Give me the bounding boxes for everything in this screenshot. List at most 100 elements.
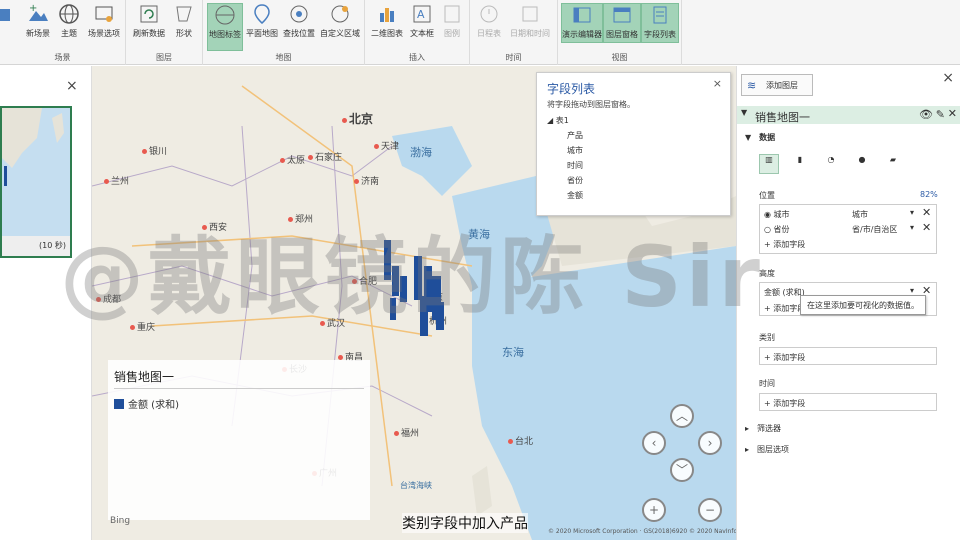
custom-region-button[interactable]: 自定义区域 [317, 3, 363, 39]
dropdown-arrow-icon[interactable]: ▾ [910, 286, 914, 295]
data-column[interactable] [436, 302, 444, 330]
tilt-up-button[interactable]: ︿ [670, 404, 694, 428]
plus-icon: + [764, 399, 774, 408]
data-section-header[interactable]: ▼ 数据 [745, 132, 775, 143]
text-box-button[interactable]: A 文本框 [407, 3, 437, 39]
shapes-button[interactable]: 形状 [170, 3, 198, 39]
time-label: 时间 [759, 379, 775, 388]
data-column[interactable] [414, 256, 422, 300]
map-legend[interactable]: 销售地图一 金额 (求和) [108, 360, 370, 520]
radio-selected-icon[interactable]: ◉ [764, 210, 774, 219]
rotate-left-button[interactable]: ‹ [642, 431, 666, 455]
dropdown-arrow-icon[interactable]: ▾ [910, 223, 914, 232]
location-type-province[interactable]: 省/市/自治区 [852, 224, 897, 235]
timeline-button[interactable]: 日程表 [474, 3, 504, 39]
heat-map-icon[interactable]: ● [852, 155, 872, 175]
height-field[interactable]: 金额 (求和) [764, 287, 805, 298]
field-item-time[interactable]: 时间 [567, 160, 583, 175]
category-add-field[interactable]: + 添加字段 [759, 347, 937, 365]
field-list-description: 将字段拖动到图层窗格。 [547, 100, 635, 109]
location-row-province[interactable]: ○ 省份 [764, 224, 790, 235]
filters-section[interactable]: ▸ 筛选器 [745, 423, 781, 434]
layer-pane-close-icon[interactable]: × [942, 70, 954, 86]
new-scene-button[interactable]: + 新场景 [24, 3, 52, 39]
plus-icon: + [764, 240, 774, 249]
tour-editor-button[interactable]: 演示编辑器 [561, 3, 603, 43]
svg-text:+: + [29, 3, 37, 14]
region-icon[interactable]: ▰ [883, 155, 903, 175]
location-add-field[interactable]: + 添加字段 [764, 239, 805, 250]
zoom-out-button[interactable]: − [698, 498, 722, 522]
flat-map-button[interactable]: 平面地图 [245, 3, 279, 39]
remove-field-icon[interactable]: ✕ [922, 206, 931, 219]
text-box-label: 文本框 [410, 29, 434, 38]
data-column[interactable] [392, 266, 399, 296]
play-icon [0, 3, 14, 25]
layer-options-section[interactable]: ▸ 图层选项 [745, 444, 789, 455]
add-layer-button[interactable]: ≋ 添加图层 [741, 74, 813, 96]
data-column[interactable] [384, 240, 391, 280]
tour-pane-close-icon[interactable]: × [66, 78, 78, 94]
sea-label-huanghai: 黄海 [468, 228, 490, 241]
location-row-city[interactable]: ◉ 城市 [764, 209, 790, 220]
ribbon-group-scene: + 新场景 主题 场景选项 场景 [0, 0, 126, 65]
time-add-field[interactable]: + 添加字段 [759, 393, 937, 411]
location-label: 位置 [759, 191, 775, 200]
table-node[interactable]: ◢ 表1 [547, 115, 583, 130]
legend-entry: 金额 (求和) [114, 396, 179, 411]
legend-icon [441, 3, 463, 25]
remove-field-icon[interactable]: ✕ [922, 221, 931, 234]
bubble-icon[interactable]: ◔ [821, 155, 841, 175]
chart-2d-button[interactable]: 二维图表 [369, 3, 405, 39]
field-list-panel: 字段列表 × 将字段拖动到图层窗格。 ◢ 表1 产品 城市 时间 省份 金额 [536, 72, 731, 216]
ribbon-group-map: 地图标签 平面地图 查找位置 自定义区域 地图 [203, 0, 365, 65]
refresh-data-button[interactable]: 刷新数据 [130, 3, 168, 39]
tilt-down-button[interactable]: ﹀ [670, 458, 694, 482]
map-labels-button[interactable]: 地图标签 [207, 3, 243, 51]
custom-region-label: 自定义区域 [320, 29, 360, 38]
legend-divider [114, 388, 364, 389]
layer-header[interactable]: ▼ 销售地图一 👁 ✎ ✕ [737, 106, 960, 124]
group-label-layer: 图层 [156, 53, 172, 62]
data-column[interactable] [400, 276, 407, 302]
delete-layer-icon[interactable]: ✕ [948, 107, 957, 120]
data-column[interactable] [420, 296, 428, 336]
date-time-button[interactable]: 日期和时间 [506, 3, 554, 39]
field-list-close-icon[interactable]: × [713, 77, 722, 90]
location-type-city[interactable]: 城市 [852, 209, 868, 220]
layer-collapse-icon[interactable]: ▼ [741, 108, 747, 117]
add-layer-icon: ≋ [747, 79, 757, 92]
expand-icon: ▸ [745, 424, 750, 433]
data-column[interactable] [390, 298, 396, 320]
find-location-button[interactable]: 查找位置 [281, 3, 317, 39]
scene-thumbnail[interactable]: (10 秒) [0, 106, 72, 258]
field-item-city[interactable]: 城市 [567, 145, 583, 160]
field-item-product[interactable]: 产品 [567, 130, 583, 145]
zoom-in-button[interactable]: + [642, 498, 666, 522]
scene-options-button[interactable]: 场景选项 [84, 3, 124, 39]
chart-2d-label: 二维图表 [371, 29, 403, 38]
city-label-xian: 西安 [202, 220, 227, 233]
layer-pane-button[interactable]: 图层窗格 [603, 3, 641, 43]
sea-label-taiwan-strait: 台湾海峡 [400, 481, 432, 490]
location-confidence[interactable]: 82% [920, 190, 938, 199]
sea-label-donghai: 东海 [502, 346, 524, 359]
legend-button[interactable]: 图例 [439, 3, 465, 39]
category-label: 类别 [759, 333, 775, 342]
field-item-amount[interactable]: 金额 [567, 190, 583, 205]
city-label-wuhan: 武汉 [320, 316, 345, 329]
field-item-province[interactable]: 省份 [567, 175, 583, 190]
pencil-icon[interactable]: ✎ [936, 108, 945, 121]
eye-icon[interactable]: 👁 [919, 108, 933, 121]
rotate-right-button[interactable]: › [698, 431, 722, 455]
legend-label: 图例 [444, 29, 460, 38]
dropdown-arrow-icon[interactable]: ▾ [910, 208, 914, 217]
field-list-button[interactable]: 字段列表 [641, 3, 679, 43]
clustered-column-icon[interactable]: ▮ [790, 155, 810, 175]
theme-button[interactable]: 主题 [56, 3, 82, 39]
stacked-column-icon[interactable]: ▥ [759, 154, 779, 174]
radio-empty-icon[interactable]: ○ [764, 225, 774, 234]
scene-duration: (10 秒) [2, 236, 70, 256]
play-tour-button[interactable] [0, 3, 14, 28]
bing-logo: Bing [110, 516, 131, 526]
